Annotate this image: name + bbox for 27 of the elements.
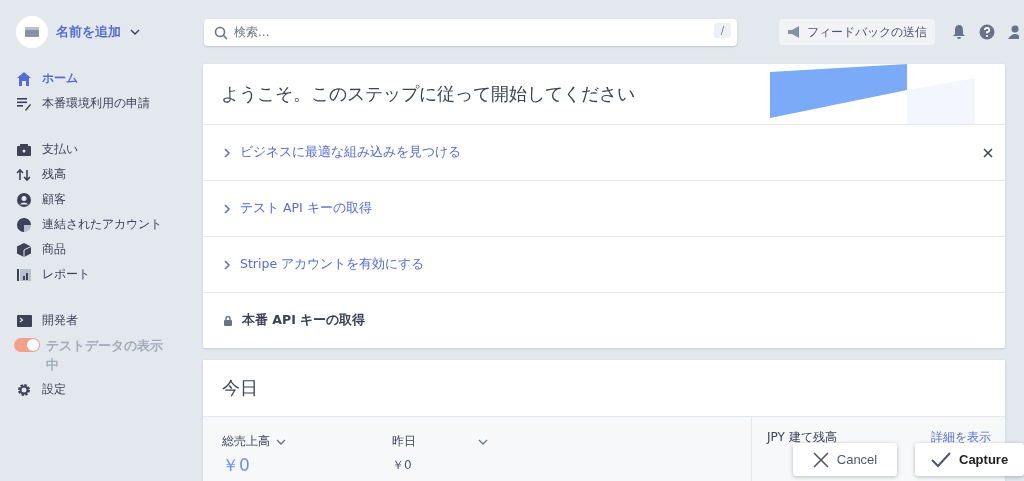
card-title: ようこそ。このステップに従って開始してください [221, 82, 635, 106]
sidebar-item[interactable]: 本番環境利用の申請 [16, 91, 200, 116]
cancel-button[interactable]: Cancel [793, 443, 897, 476]
account-name[interactable]: 名前を追加 [56, 23, 121, 41]
sidebar-item[interactable]: 開発者 [16, 308, 200, 333]
step-label: 本番 API キーの取得 [242, 312, 366, 329]
balance-label: JPY 建て残高 [767, 429, 837, 446]
sidebar-item[interactable]: 連結されたアカウント [16, 212, 200, 237]
details-link[interactable]: 詳細を表示 [931, 429, 991, 446]
sidebar-item[interactable]: 残高 [16, 162, 200, 187]
metric-value: ￥0 [222, 456, 251, 474]
capture-button[interactable]: Capture [915, 443, 1024, 476]
sidebar-item[interactable]: ホーム [16, 66, 200, 91]
step-link[interactable]: ビジネスに最適な組み込みを見つける [240, 144, 461, 161]
sidebar-item[interactable]: 顧客 [16, 187, 200, 212]
sidebar-item[interactable]: 設定 [16, 377, 200, 402]
metric-value: ￥0 [392, 457, 413, 474]
sidebar-item[interactable]: 商品 [16, 237, 200, 262]
metric-label: 昨日 [392, 433, 417, 450]
metric-label: 総売上高 [222, 433, 270, 450]
toggle-label: テストデータの表示中 [46, 337, 164, 374]
sidebar-item[interactable]: レポート [16, 262, 200, 287]
step-link[interactable]: Stripe アカウントを有効にする [240, 256, 425, 273]
card-title: 今日 [222, 376, 258, 400]
sidebar-item[interactable]: 支払い [16, 137, 200, 162]
feedback-button[interactable]: フィードバックの送信 [779, 19, 935, 45]
step-link[interactable]: テスト API キーの取得 [240, 200, 372, 217]
